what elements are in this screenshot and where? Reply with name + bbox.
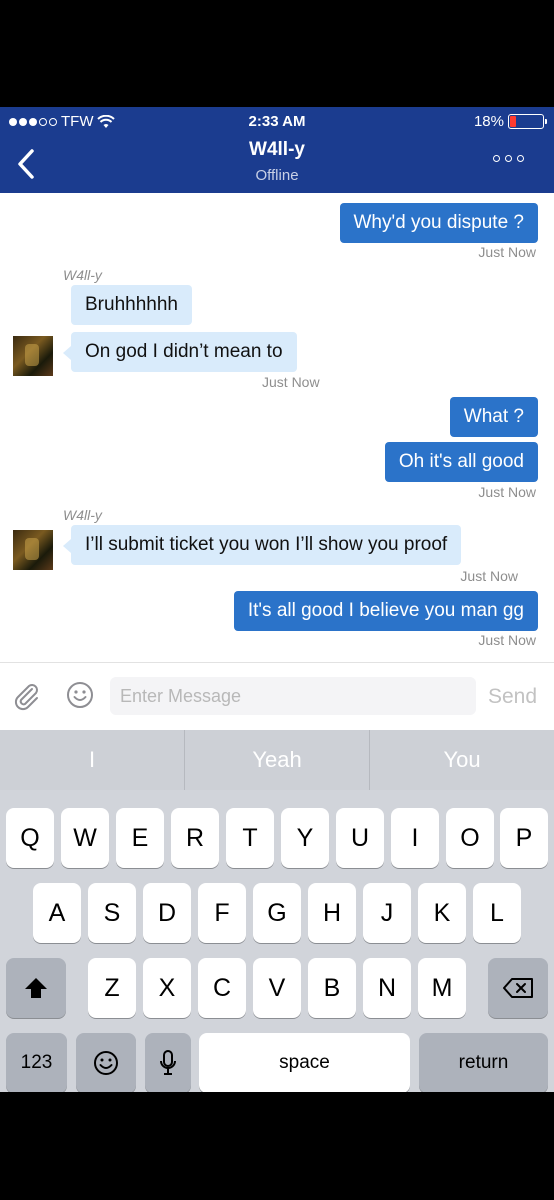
message-timestamp: Just Now	[460, 568, 518, 584]
numbers-key[interactable]: 123	[6, 1033, 67, 1092]
message-timestamp: Just Now	[478, 244, 536, 260]
key-k[interactable]: K	[418, 883, 466, 943]
battery-percent: 18%	[473, 113, 504, 130]
key-y[interactable]: Y	[281, 808, 329, 868]
key-a[interactable]: A	[33, 883, 81, 943]
key-u[interactable]: U	[336, 808, 384, 868]
key-g[interactable]: G	[253, 883, 301, 943]
contact-name: W4ll-y	[249, 139, 305, 160]
key-m[interactable]: M	[418, 958, 466, 1018]
microphone-icon	[160, 1050, 176, 1075]
keyboard: I Yeah You Q W E R T Y U I O P A S D F G…	[0, 730, 554, 1092]
shift-key[interactable]	[6, 958, 66, 1018]
send-button[interactable]: Send	[488, 685, 537, 709]
status-bar: TFW 2:33 AM 18%	[0, 107, 554, 135]
key-n[interactable]: N	[363, 958, 411, 1018]
prediction-suggestion[interactable]: Yeah	[185, 730, 369, 790]
message-bubble-incoming[interactable]: I’ll submit ticket you won I’ll show you…	[62, 525, 462, 565]
predictive-bar: I Yeah You	[0, 730, 554, 790]
paperclip-icon[interactable]	[12, 681, 42, 711]
top-letterbox	[0, 0, 554, 107]
prediction-suggestion[interactable]: I	[0, 730, 184, 790]
battery-fill	[510, 116, 516, 127]
message-timestamp: Just Now	[262, 374, 320, 390]
chat-header: TFW 2:33 AM 18% W4ll-y Offline	[0, 107, 554, 193]
key-v[interactable]: V	[253, 958, 301, 1018]
battery-icon	[508, 114, 547, 129]
bottom-letterbox	[0, 1092, 554, 1200]
message-bubble-outgoing[interactable]: It's all good I believe you man gg	[233, 591, 538, 631]
key-h[interactable]: H	[308, 883, 356, 943]
message-input[interactable]	[110, 677, 476, 715]
key-e[interactable]: E	[116, 808, 164, 868]
key-j[interactable]: J	[363, 883, 411, 943]
key-c[interactable]: C	[198, 958, 246, 1018]
emoji-keyboard-key[interactable]	[76, 1033, 136, 1092]
chat-screen: TFW 2:33 AM 18% W4ll-y Offline Why'd you…	[0, 107, 554, 1092]
message-bubble-incoming[interactable]: On god I didn’t mean to	[63, 332, 297, 372]
message-bubble-outgoing[interactable]: Oh it's all good	[384, 442, 538, 482]
emoji-icon[interactable]	[66, 681, 94, 709]
key-t[interactable]: T	[226, 808, 274, 868]
key-r[interactable]: R	[171, 808, 219, 868]
message-timestamp: Just Now	[478, 632, 536, 648]
key-b[interactable]: B	[308, 958, 356, 1018]
key-d[interactable]: D	[143, 883, 191, 943]
key-f[interactable]: F	[198, 883, 246, 943]
sender-name: W4ll-y	[63, 507, 102, 523]
message-timestamp: Just Now	[478, 484, 536, 500]
shift-arrow-icon	[25, 978, 47, 998]
composer-bar: Send	[0, 662, 554, 730]
sender-name: W4ll-y	[63, 267, 102, 283]
key-z[interactable]: Z	[88, 958, 136, 1018]
more-options-icon[interactable]	[493, 155, 524, 162]
return-key[interactable]: return	[419, 1033, 548, 1092]
key-s[interactable]: S	[88, 883, 136, 943]
key-w[interactable]: W	[61, 808, 109, 868]
key-o[interactable]: O	[446, 808, 494, 868]
contact-avatar[interactable]	[13, 336, 53, 376]
dictation-key[interactable]	[145, 1033, 191, 1092]
presence-status: Offline	[255, 167, 299, 184]
key-i[interactable]: I	[391, 808, 439, 868]
nav-bar: W4ll-y Offline	[0, 135, 554, 193]
key-l[interactable]: L	[473, 883, 521, 943]
message-bubble-incoming[interactable]: Bruhhhhhh	[71, 285, 192, 325]
emoji-icon	[94, 1051, 118, 1075]
key-p[interactable]: P	[500, 808, 548, 868]
battery-group: 18%	[473, 113, 547, 130]
prediction-suggestion[interactable]: You	[370, 730, 554, 790]
backspace-icon	[503, 978, 533, 998]
delete-key[interactable]	[488, 958, 548, 1018]
contact-avatar[interactable]	[13, 530, 53, 570]
space-key[interactable]: space	[199, 1033, 410, 1092]
message-bubble-outgoing[interactable]: What ?	[449, 397, 538, 437]
key-q[interactable]: Q	[6, 808, 54, 868]
key-x[interactable]: X	[143, 958, 191, 1018]
message-bubble-outgoing[interactable]: Why'd you dispute ?	[339, 203, 538, 243]
status-time: 2:33 AM	[248, 113, 306, 130]
